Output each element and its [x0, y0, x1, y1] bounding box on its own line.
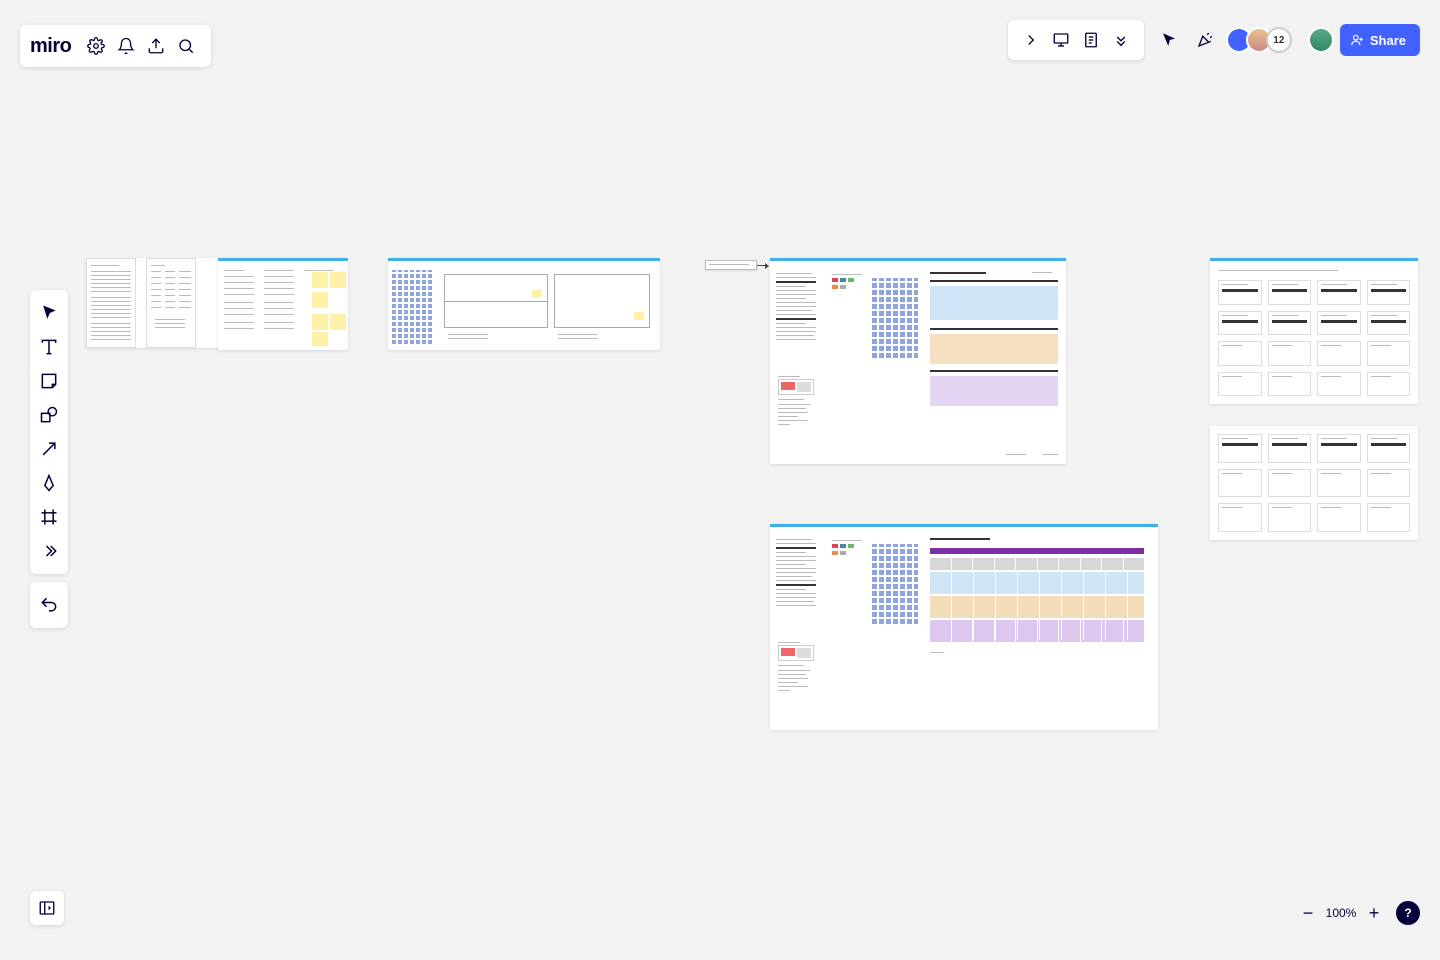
frame-cards-top[interactable]: [1210, 258, 1418, 404]
connector-tool[interactable]: [30, 432, 68, 466]
pointer-icon: [39, 303, 59, 323]
zoom-controls: − 100% +: [1296, 901, 1386, 925]
avatar-current-user[interactable]: [1308, 27, 1334, 53]
collaboration-group: 12 Share: [1154, 24, 1420, 56]
frame-icon: [39, 507, 59, 527]
frame-roadmap-quarter[interactable]: [770, 524, 1158, 730]
panel-toggle[interactable]: [30, 891, 64, 925]
pen-icon: [39, 473, 59, 493]
user-plus-icon: [1350, 33, 1364, 47]
help-button[interactable]: ?: [1396, 901, 1420, 925]
presentation-group: [1008, 20, 1144, 60]
more-button[interactable]: [1106, 25, 1136, 55]
search-button[interactable]: [171, 31, 201, 61]
expand-button[interactable]: [1016, 25, 1046, 55]
shape-tool[interactable]: [30, 398, 68, 432]
panel-icon: [38, 899, 56, 917]
left-toolbar: [30, 290, 68, 628]
frame-brief-table[interactable]: [218, 258, 348, 350]
pen-tool[interactable]: [30, 466, 68, 500]
select-tool[interactable]: [30, 296, 68, 330]
text-tool[interactable]: [30, 330, 68, 364]
arrow-icon: [39, 439, 59, 459]
top-right-toolbar: 12 Share: [1008, 20, 1420, 60]
zoom-in-button[interactable]: +: [1362, 901, 1386, 925]
sticky-tool[interactable]: [30, 364, 68, 398]
zoom-level[interactable]: 100%: [1324, 906, 1358, 920]
frame-roadmap-detail[interactable]: [770, 258, 1066, 464]
frame-cards-bottom[interactable]: [1210, 426, 1418, 540]
canvas[interactable]: /*placeholder*/: [0, 0, 1440, 960]
chevron-right-icon: [1022, 31, 1040, 49]
shapes-icon: [39, 405, 59, 425]
miro-logo[interactable]: miro: [30, 35, 71, 58]
chevrons-right-icon: [39, 541, 59, 561]
notes-button[interactable]: [1076, 25, 1106, 55]
chevrons-down-icon: [1112, 31, 1130, 49]
frame-tool[interactable]: [30, 500, 68, 534]
bell-icon: [117, 37, 135, 55]
floating-label[interactable]: [705, 260, 757, 270]
search-icon: [177, 37, 195, 55]
tools-group: [30, 290, 68, 574]
frame-wireframe[interactable]: /*placeholder*/: [388, 258, 660, 350]
export-button[interactable]: [141, 31, 171, 61]
zoom-out-button[interactable]: −: [1296, 901, 1320, 925]
share-button[interactable]: Share: [1340, 24, 1420, 56]
settings-button[interactable]: [81, 31, 111, 61]
gear-icon: [87, 37, 105, 55]
top-left-toolbar: miro: [20, 25, 211, 67]
avatar-overflow-count[interactable]: 12: [1266, 27, 1292, 53]
text-icon: [39, 337, 59, 357]
confetti-icon: [1196, 31, 1214, 49]
notes-icon: [1082, 31, 1100, 49]
undo-button[interactable]: [30, 588, 68, 622]
presentation-icon: [1052, 31, 1070, 49]
cursor-tracking-button[interactable]: [1154, 25, 1184, 55]
more-tools[interactable]: [30, 534, 68, 568]
share-label: Share: [1370, 33, 1406, 48]
bottom-right-controls: − 100% + ?: [1296, 901, 1420, 925]
cursor-icon: [1160, 31, 1178, 49]
present-button[interactable]: [1046, 25, 1076, 55]
notifications-button[interactable]: [111, 31, 141, 61]
sticky-icon: [39, 371, 59, 391]
undo-icon: [39, 595, 59, 615]
collaborator-avatars[interactable]: 12: [1226, 27, 1292, 53]
upload-icon: [147, 37, 165, 55]
undo-group: [30, 582, 68, 628]
reactions-button[interactable]: [1190, 25, 1220, 55]
